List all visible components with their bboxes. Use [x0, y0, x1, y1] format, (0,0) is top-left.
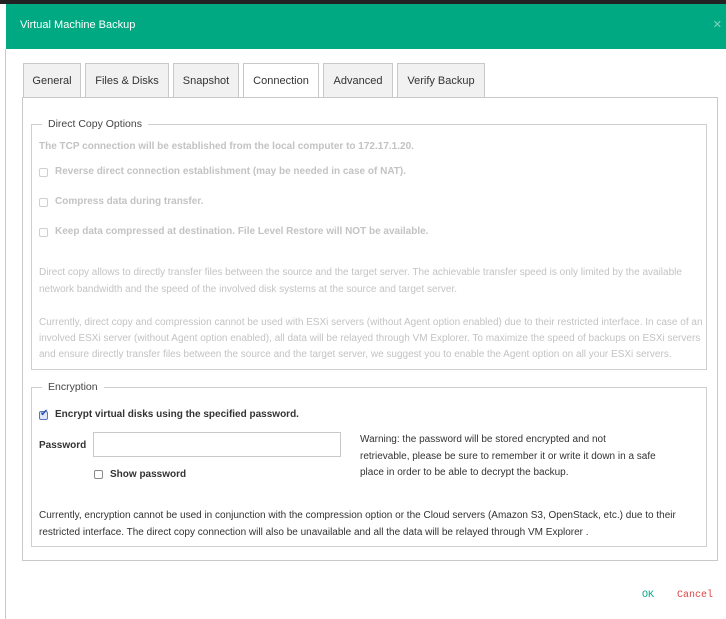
- dialog-title: Virtual Machine Backup: [20, 19, 136, 31]
- tab-general[interactable]: General: [23, 63, 81, 97]
- password-warning-line2: retrievable, please be sure to remember …: [360, 451, 656, 462]
- reverse-connection-label: Reverse direct connection establishment …: [55, 166, 407, 177]
- direct-copy-description-line1: Direct copy allows to directly transfer …: [39, 267, 682, 278]
- esxi-note-line1: Currently, direct copy and compression c…: [39, 317, 703, 328]
- encryption-note-line2: restricted interface. The direct copy co…: [39, 527, 589, 538]
- tcp-connection-info: The TCP connection will be established f…: [39, 141, 414, 152]
- dialog-header: Virtual Machine Backup ✕: [6, 4, 726, 49]
- keep-compressed-checkbox[interactable]: [39, 228, 48, 237]
- esxi-note-line3: and ensure directly transfer files betwe…: [39, 349, 672, 360]
- password-warning-line3: place in order to be able to decrypt the…: [360, 467, 569, 478]
- encrypt-disks-checkbox[interactable]: [39, 408, 48, 420]
- show-password-checkbox[interactable]: [94, 470, 103, 479]
- tab-files-disks[interactable]: Files & Disks: [85, 63, 169, 97]
- direct-copy-legend: Direct Copy Options: [42, 118, 148, 130]
- close-icon[interactable]: ✕: [713, 18, 722, 31]
- dialog-left-border: [5, 49, 6, 619]
- show-password-label: Show password: [110, 469, 187, 480]
- reverse-connection-checkbox[interactable]: [39, 168, 48, 177]
- password-input[interactable]: [93, 432, 341, 457]
- tab-snapshot[interactable]: Snapshot: [173, 63, 239, 97]
- ok-button[interactable]: OK: [642, 590, 654, 601]
- compress-transfer-checkbox[interactable]: [39, 198, 48, 207]
- password-label: Password: [39, 440, 87, 451]
- password-warning-line1: Warning: the password will be stored enc…: [360, 434, 606, 445]
- compress-transfer-label: Compress data during transfer.: [55, 196, 204, 207]
- cancel-button[interactable]: Cancel: [677, 590, 713, 601]
- direct-copy-description-line2: network bandwidth and the speed of the i…: [39, 284, 458, 295]
- tab-verify-backup[interactable]: Verify Backup: [397, 63, 485, 97]
- encrypt-disks-label: Encrypt virtual disks using the specifie…: [55, 409, 299, 420]
- tab-advanced[interactable]: Advanced: [323, 63, 393, 97]
- esxi-note-line2: involved ESXi server (without Agent opti…: [39, 333, 701, 344]
- encryption-note-line1: Currently, encryption cannot be used in …: [39, 510, 676, 521]
- keep-compressed-label: Keep data compressed at destination. Fil…: [55, 226, 429, 237]
- encryption-legend: Encryption: [42, 381, 104, 393]
- tab-connection[interactable]: Connection: [243, 63, 319, 98]
